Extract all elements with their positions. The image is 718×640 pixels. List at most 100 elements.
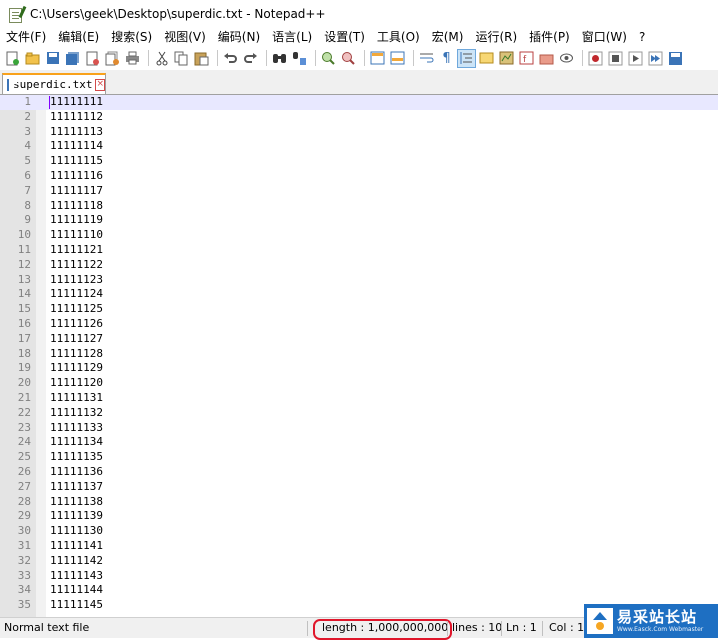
text-line[interactable]: 34 11111144 <box>0 583 718 598</box>
text-line[interactable]: 32 11111142 <box>0 554 718 569</box>
line-text[interactable]: 11111142 <box>50 554 103 569</box>
text-line[interactable]: 16 11111126 <box>0 317 718 332</box>
text-line[interactable]: 18 11111128 <box>0 347 718 362</box>
show-all-characters-icon[interactable]: ¶ <box>438 50 455 67</box>
close-all-icon[interactable] <box>104 50 121 67</box>
line-text[interactable]: 11111110 <box>50 228 103 243</box>
text-line[interactable]: 17 11111127 <box>0 332 718 347</box>
line-text[interactable]: 11111127 <box>50 332 103 347</box>
copy-icon[interactable] <box>173 50 190 67</box>
menu-macro[interactable]: 宏(M) <box>426 28 470 46</box>
paste-icon[interactable] <box>193 50 210 67</box>
menu-search[interactable]: 搜索(S) <box>105 28 158 46</box>
text-line[interactable]: 30 11111130 <box>0 524 718 539</box>
menu-run[interactable]: 运行(R) <box>469 28 523 46</box>
new-file-icon[interactable] <box>4 50 21 67</box>
line-text[interactable]: 11111120 <box>50 376 103 391</box>
tab-superdic[interactable]: superdic.txt × <box>2 73 106 94</box>
find-icon[interactable] <box>271 50 288 67</box>
line-text[interactable]: 11111126 <box>50 317 103 332</box>
line-text[interactable]: 11111128 <box>50 347 103 362</box>
text-line[interactable]: 20 11111120 <box>0 376 718 391</box>
menu-tools[interactable]: 工具(O) <box>371 28 426 46</box>
line-text[interactable]: 11111130 <box>50 524 103 539</box>
line-text[interactable]: 11111136 <box>50 465 103 480</box>
line-text[interactable]: 11111118 <box>50 199 103 214</box>
cut-icon[interactable] <box>153 50 170 67</box>
line-text[interactable]: 11111121 <box>50 243 103 258</box>
stop-recording-icon[interactable] <box>607 50 624 67</box>
line-text[interactable]: 11111122 <box>50 258 103 273</box>
undo-icon[interactable] <box>222 50 239 67</box>
line-text[interactable]: 11111112 <box>50 110 103 125</box>
line-text[interactable]: 11111131 <box>50 391 103 406</box>
line-text[interactable]: 11111134 <box>50 435 103 450</box>
menu-window[interactable]: 窗口(W) <box>576 28 633 46</box>
menu-help[interactable]: ? <box>633 28 651 46</box>
menu-encoding[interactable]: 编码(N) <box>212 28 266 46</box>
text-line[interactable]: 31 11111141 <box>0 539 718 554</box>
user-defined-language-icon[interactable] <box>478 50 495 67</box>
line-text[interactable]: 11111111 <box>50 95 103 110</box>
text-line[interactable]: 19 11111129 <box>0 361 718 376</box>
replace-icon[interactable] <box>291 50 308 67</box>
menu-edit[interactable]: 编辑(E) <box>52 28 105 46</box>
text-line[interactable]: 27 11111137 <box>0 480 718 495</box>
text-line[interactable]: 9 11111119 <box>0 213 718 228</box>
text-line[interactable]: 29 11111139 <box>0 509 718 524</box>
zoom-out-icon[interactable] <box>340 50 357 67</box>
current-line[interactable]: 1 11111111 <box>0 95 718 110</box>
open-file-icon[interactable] <box>24 50 41 67</box>
word-wrap-icon[interactable] <box>418 50 435 67</box>
text-line[interactable]: 26 11111136 <box>0 465 718 480</box>
zoom-in-icon[interactable] <box>320 50 337 67</box>
editor[interactable]: 1 11111111 2 11111112 3 11111113 4 11111114 5 111… <box>0 95 718 617</box>
menu-plugins[interactable]: 插件(P) <box>523 28 576 46</box>
text-line[interactable]: 3 11111113 <box>0 125 718 140</box>
text-line[interactable]: 6 11111116 <box>0 169 718 184</box>
line-text[interactable]: 11111125 <box>50 302 103 317</box>
sync-horizontal-icon[interactable] <box>389 50 406 67</box>
line-text[interactable]: 11111123 <box>50 273 103 288</box>
line-text[interactable]: 11111138 <box>50 495 103 510</box>
line-text[interactable]: 11111119 <box>50 213 103 228</box>
line-text[interactable]: 11111139 <box>50 509 103 524</box>
close-file-icon[interactable] <box>84 50 101 67</box>
text-line[interactable]: 2 11111112 <box>0 110 718 125</box>
text-line[interactable]: 7 11111117 <box>0 184 718 199</box>
line-text[interactable]: 11111143 <box>50 569 103 584</box>
menu-view[interactable]: 视图(V) <box>158 28 212 46</box>
line-text[interactable]: 11111133 <box>50 421 103 436</box>
text-line[interactable]: 25 11111135 <box>0 450 718 465</box>
line-text[interactable]: 11111113 <box>50 125 103 140</box>
monitoring-icon[interactable] <box>558 50 575 67</box>
line-text[interactable]: 11111117 <box>50 184 103 199</box>
menu-file[interactable]: 文件(F) <box>0 28 52 46</box>
redo-icon[interactable] <box>242 50 259 67</box>
line-text[interactable]: 11111115 <box>50 154 103 169</box>
play-macro-icon[interactable] <box>627 50 644 67</box>
text-line[interactable]: 14 11111124 <box>0 287 718 302</box>
line-text[interactable]: 11111124 <box>50 287 103 302</box>
print-icon[interactable] <box>124 50 141 67</box>
text-line[interactable]: 5 11111115 <box>0 154 718 169</box>
save-all-icon[interactable] <box>64 50 81 67</box>
indent-guide-icon[interactable] <box>457 48 476 68</box>
line-text[interactable]: 11111129 <box>50 361 103 376</box>
text-area[interactable]: 1 11111111 2 11111112 3 11111113 4 11111114 5 111… <box>0 95 718 613</box>
line-text[interactable]: 11111144 <box>50 583 103 598</box>
document-map-icon[interactable] <box>498 50 515 67</box>
save-macro-icon[interactable] <box>667 50 684 67</box>
line-text[interactable]: 11111114 <box>50 139 103 154</box>
text-line[interactable]: 28 11111138 <box>0 495 718 510</box>
line-text[interactable]: 11111141 <box>50 539 103 554</box>
function-list-icon[interactable]: f <box>518 50 535 67</box>
text-line[interactable]: 11 11111121 <box>0 243 718 258</box>
line-text[interactable]: 11111132 <box>50 406 103 421</box>
text-line[interactable]: 13 11111123 <box>0 273 718 288</box>
text-line[interactable]: 21 11111131 <box>0 391 718 406</box>
sync-vertical-icon[interactable] <box>369 50 386 67</box>
text-line[interactable]: 23 11111133 <box>0 421 718 436</box>
text-line[interactable]: 24 11111134 <box>0 435 718 450</box>
line-text[interactable]: 11111116 <box>50 169 103 184</box>
